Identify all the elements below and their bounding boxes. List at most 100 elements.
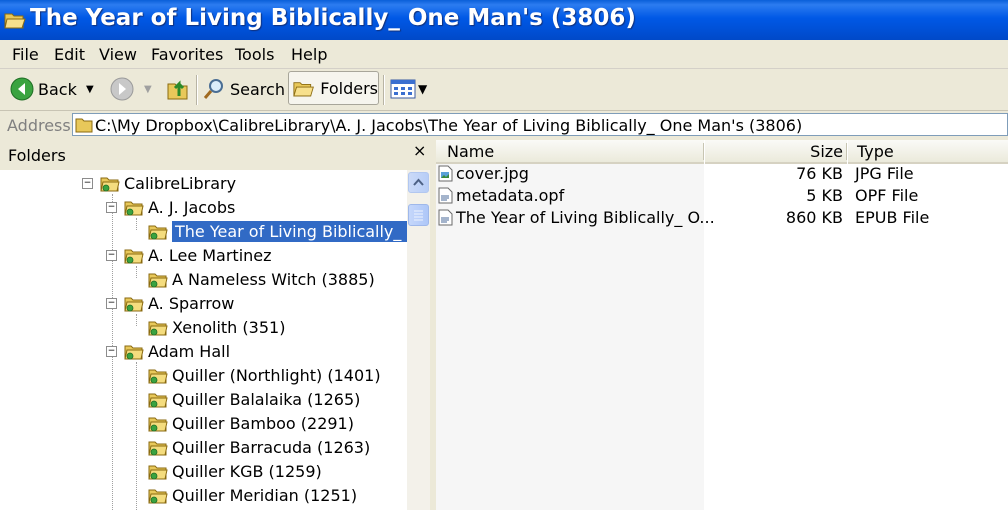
tree-collapse-toggle[interactable]: − bbox=[106, 346, 117, 357]
folder-icon bbox=[124, 201, 144, 215]
folder-icon bbox=[148, 273, 168, 287]
views-grid-icon bbox=[390, 79, 416, 99]
tree-guide-line bbox=[136, 314, 137, 326]
forward-button[interactable] bbox=[110, 73, 134, 105]
file-name: metadata.opf bbox=[456, 186, 565, 205]
tree-scrollbar[interactable] bbox=[407, 170, 430, 510]
address-bar: Address C:\My Dropbox\CalibreLibrary\A. … bbox=[0, 111, 1008, 139]
menu-view[interactable]: View bbox=[99, 45, 137, 64]
menu-edit[interactable]: Edit bbox=[54, 45, 85, 64]
back-dropdown-icon[interactable]: ▼ bbox=[86, 73, 94, 105]
back-label: Back bbox=[38, 79, 77, 99]
tree-node[interactable]: A. J. Jacobs bbox=[124, 195, 235, 219]
back-button[interactable]: Back bbox=[10, 73, 77, 105]
file-size: 860 KB bbox=[785, 208, 843, 227]
file-type: EPUB File bbox=[855, 208, 930, 227]
menu-file[interactable]: File bbox=[12, 45, 39, 64]
tree-node-label: CalibreLibrary bbox=[124, 173, 237, 193]
tree-node[interactable]: Quiller Bamboo (2291) bbox=[148, 411, 354, 435]
search-label: Search bbox=[230, 79, 285, 99]
tree-node[interactable]: Adam Hall bbox=[124, 339, 230, 363]
address-input[interactable]: C:\My Dropbox\CalibreLibrary\A. J. Jacob… bbox=[72, 113, 1008, 136]
folder-icon bbox=[124, 297, 144, 311]
scroll-up-button[interactable] bbox=[408, 172, 429, 193]
tree-node[interactable]: A. Lee Martinez bbox=[124, 243, 272, 267]
tree-node[interactable]: Quiller Barracuda (1263) bbox=[148, 435, 370, 459]
forward-dropdown-icon[interactable]: ▼ bbox=[144, 73, 152, 105]
folder-icon bbox=[148, 321, 168, 335]
tree-collapse-toggle[interactable]: − bbox=[106, 298, 117, 309]
chevron-up-icon bbox=[413, 178, 424, 186]
tree-node-label: The Year of Living Biblically_ One Man's… bbox=[172, 220, 407, 242]
menu-help[interactable]: Help bbox=[291, 45, 327, 64]
file-size: 5 KB bbox=[806, 186, 843, 205]
tree-node[interactable]: Quiller KGB (1259) bbox=[148, 459, 322, 483]
search-button[interactable]: Search bbox=[202, 73, 285, 105]
file-row[interactable]: metadata.opf 5 KB OPF File bbox=[436, 185, 1008, 207]
tree-collapse-toggle[interactable]: − bbox=[82, 178, 93, 189]
toolbar-separator bbox=[383, 75, 385, 105]
toolbar: Back ▼ ▼ Search Folders ▼ bbox=[0, 69, 1008, 111]
file-name: cover.jpg bbox=[456, 164, 529, 183]
tree-node-label: A. Lee Martinez bbox=[148, 245, 272, 265]
document-file-icon bbox=[438, 209, 453, 226]
menu-favorites[interactable]: Favorites bbox=[151, 45, 223, 64]
tree-guide-line bbox=[136, 218, 137, 230]
column-header-size-label: Size bbox=[810, 142, 843, 161]
folder-icon bbox=[148, 489, 168, 503]
tree-node[interactable]: A Nameless Witch (3885) bbox=[148, 267, 375, 291]
folder-icon bbox=[124, 345, 144, 359]
views-dropdown-icon: ▼ bbox=[418, 82, 428, 96]
tree-node[interactable]: CalibreLibrary bbox=[100, 171, 236, 195]
forward-arrow-icon bbox=[110, 77, 134, 101]
column-header-name-label: Name bbox=[447, 142, 495, 161]
file-row[interactable]: The Year of Living Biblically_ O... 860 K… bbox=[436, 207, 1008, 229]
folder-icon bbox=[148, 441, 168, 455]
address-label: Address bbox=[7, 116, 71, 135]
tree-collapse-toggle[interactable]: − bbox=[106, 250, 117, 261]
menu-bar: File Edit View Favorites Tools Help bbox=[0, 40, 1008, 69]
tree-node[interactable]: Xenolith (351) bbox=[148, 315, 285, 339]
folder-icon bbox=[148, 369, 168, 383]
file-list[interactable]: Name Size Type cover.jpg 76 KB JPG File met… bbox=[436, 140, 1008, 510]
scroll-thumb[interactable] bbox=[408, 204, 429, 226]
tree-node-label: Quiller Meridian (1251) bbox=[172, 485, 358, 505]
close-icon[interactable]: × bbox=[413, 141, 426, 160]
title-bar[interactable]: The Year of Living Biblically_ One Man's… bbox=[0, 0, 1008, 40]
folder-open-icon bbox=[4, 13, 26, 29]
image-file-icon bbox=[438, 165, 453, 182]
column-header-size[interactable]: Size bbox=[705, 140, 847, 164]
column-header-type[interactable]: Type bbox=[848, 140, 1008, 164]
up-folder-icon bbox=[167, 80, 188, 100]
file-type: OPF File bbox=[855, 186, 919, 205]
folder-icon bbox=[148, 225, 168, 239]
tree-node-label: A. J. Jacobs bbox=[148, 197, 236, 217]
tree-node[interactable]: A. Sparrow bbox=[124, 291, 234, 315]
toolbar-separator bbox=[196, 75, 198, 105]
folders-toggle-button[interactable]: Folders bbox=[288, 71, 379, 105]
tree-node-label: Quiller (Northlight) (1401) bbox=[172, 365, 381, 385]
folder-icon bbox=[148, 393, 168, 407]
folders-label: Folders bbox=[320, 78, 378, 98]
tree-node[interactable]: The Year of Living Biblically_ One Man's… bbox=[148, 219, 407, 243]
file-row[interactable]: cover.jpg 76 KB JPG File bbox=[436, 163, 1008, 185]
tree-collapse-toggle[interactable]: − bbox=[106, 202, 117, 213]
folders-icon bbox=[293, 82, 314, 97]
folders-pane-header: Folders × bbox=[0, 140, 430, 170]
folder-icon bbox=[100, 177, 120, 191]
tree-node-label: Quiller Bamboo (2291) bbox=[172, 413, 354, 433]
up-folder-button[interactable] bbox=[166, 73, 190, 105]
tree-node[interactable]: Quiller (Northlight) (1401) bbox=[148, 363, 381, 387]
tree-node[interactable]: Quiller Balalaika (1265) bbox=[148, 387, 360, 411]
menu-tools[interactable]: Tools bbox=[235, 45, 274, 64]
folders-pane-title: Folders bbox=[8, 146, 66, 165]
file-type: JPG File bbox=[855, 164, 914, 183]
tree-node[interactable]: Quiller Meridian (1251) bbox=[148, 483, 357, 507]
file-name: The Year of Living Biblically_ O... bbox=[456, 208, 715, 227]
views-button[interactable]: ▼ bbox=[390, 73, 427, 105]
folder-icon bbox=[148, 465, 168, 479]
column-header-name[interactable]: Name bbox=[436, 140, 704, 164]
tree-node-label: Xenolith (351) bbox=[172, 317, 286, 337]
grip-icon bbox=[414, 210, 423, 221]
folder-tree[interactable]: − CalibreLibrary − A. J. Jacobs The Year of … bbox=[0, 170, 407, 510]
